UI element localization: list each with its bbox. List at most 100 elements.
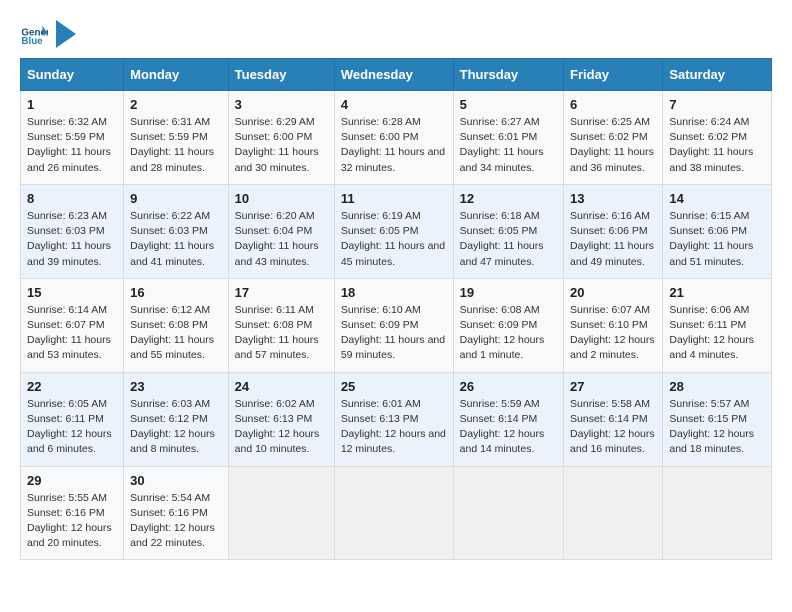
day-info: Sunrise: 6:10 AMSunset: 6:09 PMDaylight:… <box>341 304 445 362</box>
calendar-week-row: 1 Sunrise: 6:32 AMSunset: 5:59 PMDayligh… <box>21 91 772 185</box>
logo-icon: General Blue <box>20 20 48 48</box>
calendar-cell: 10 Sunrise: 6:20 AMSunset: 6:04 PMDaylig… <box>228 184 334 278</box>
day-number: 16 <box>130 285 222 300</box>
day-info: Sunrise: 6:28 AMSunset: 6:00 PMDaylight:… <box>341 116 445 174</box>
day-info: Sunrise: 6:32 AMSunset: 5:59 PMDaylight:… <box>27 116 111 174</box>
column-header-wednesday: Wednesday <box>334 59 453 91</box>
calendar-cell <box>334 466 453 560</box>
day-info: Sunrise: 6:14 AMSunset: 6:07 PMDaylight:… <box>27 304 111 362</box>
calendar-cell: 8 Sunrise: 6:23 AMSunset: 6:03 PMDayligh… <box>21 184 124 278</box>
day-info: Sunrise: 6:03 AMSunset: 6:12 PMDaylight:… <box>130 398 215 456</box>
calendar-cell: 13 Sunrise: 6:16 AMSunset: 6:06 PMDaylig… <box>564 184 663 278</box>
day-info: Sunrise: 6:01 AMSunset: 6:13 PMDaylight:… <box>341 398 446 456</box>
column-header-saturday: Saturday <box>663 59 772 91</box>
day-number: 9 <box>130 191 222 206</box>
calendar-cell: 20 Sunrise: 6:07 AMSunset: 6:10 PMDaylig… <box>564 278 663 372</box>
day-info: Sunrise: 6:18 AMSunset: 6:05 PMDaylight:… <box>460 210 544 268</box>
day-number: 3 <box>235 97 328 112</box>
day-number: 13 <box>570 191 656 206</box>
day-info: Sunrise: 6:22 AMSunset: 6:03 PMDaylight:… <box>130 210 214 268</box>
calendar-cell: 7 Sunrise: 6:24 AMSunset: 6:02 PMDayligh… <box>663 91 772 185</box>
column-header-thursday: Thursday <box>453 59 563 91</box>
day-info: Sunrise: 6:08 AMSunset: 6:09 PMDaylight:… <box>460 304 545 362</box>
day-number: 7 <box>669 97 765 112</box>
calendar-week-row: 29 Sunrise: 5:55 AMSunset: 6:16 PMDaylig… <box>21 466 772 560</box>
day-info: Sunrise: 5:54 AMSunset: 6:16 PMDaylight:… <box>130 492 215 550</box>
calendar-cell: 1 Sunrise: 6:32 AMSunset: 5:59 PMDayligh… <box>21 91 124 185</box>
logo: General Blue <box>20 20 76 48</box>
day-info: Sunrise: 6:07 AMSunset: 6:10 PMDaylight:… <box>570 304 655 362</box>
day-number: 2 <box>130 97 222 112</box>
day-number: 5 <box>460 97 557 112</box>
column-header-friday: Friday <box>564 59 663 91</box>
calendar-cell <box>663 466 772 560</box>
day-info: Sunrise: 6:31 AMSunset: 5:59 PMDaylight:… <box>130 116 214 174</box>
day-number: 14 <box>669 191 765 206</box>
day-info: Sunrise: 6:16 AMSunset: 6:06 PMDaylight:… <box>570 210 654 268</box>
calendar-cell: 4 Sunrise: 6:28 AMSunset: 6:00 PMDayligh… <box>334 91 453 185</box>
day-info: Sunrise: 5:59 AMSunset: 6:14 PMDaylight:… <box>460 398 545 456</box>
calendar-cell: 24 Sunrise: 6:02 AMSunset: 6:13 PMDaylig… <box>228 372 334 466</box>
calendar-cell: 29 Sunrise: 5:55 AMSunset: 6:16 PMDaylig… <box>21 466 124 560</box>
day-number: 20 <box>570 285 656 300</box>
calendar-cell: 2 Sunrise: 6:31 AMSunset: 5:59 PMDayligh… <box>124 91 229 185</box>
calendar-cell: 3 Sunrise: 6:29 AMSunset: 6:00 PMDayligh… <box>228 91 334 185</box>
day-number: 22 <box>27 379 117 394</box>
day-number: 10 <box>235 191 328 206</box>
day-number: 25 <box>341 379 447 394</box>
calendar-cell: 5 Sunrise: 6:27 AMSunset: 6:01 PMDayligh… <box>453 91 563 185</box>
svg-text:Blue: Blue <box>21 36 43 47</box>
day-number: 26 <box>460 379 557 394</box>
day-info: Sunrise: 6:23 AMSunset: 6:03 PMDaylight:… <box>27 210 111 268</box>
day-number: 28 <box>669 379 765 394</box>
day-number: 18 <box>341 285 447 300</box>
calendar-cell: 14 Sunrise: 6:15 AMSunset: 6:06 PMDaylig… <box>663 184 772 278</box>
day-number: 19 <box>460 285 557 300</box>
calendar-cell: 6 Sunrise: 6:25 AMSunset: 6:02 PMDayligh… <box>564 91 663 185</box>
calendar-cell: 16 Sunrise: 6:12 AMSunset: 6:08 PMDaylig… <box>124 278 229 372</box>
calendar-cell: 17 Sunrise: 6:11 AMSunset: 6:08 PMDaylig… <box>228 278 334 372</box>
column-header-sunday: Sunday <box>21 59 124 91</box>
day-info: Sunrise: 6:15 AMSunset: 6:06 PMDaylight:… <box>669 210 753 268</box>
calendar-cell: 23 Sunrise: 6:03 AMSunset: 6:12 PMDaylig… <box>124 372 229 466</box>
calendar-cell: 21 Sunrise: 6:06 AMSunset: 6:11 PMDaylig… <box>663 278 772 372</box>
calendar-cell: 12 Sunrise: 6:18 AMSunset: 6:05 PMDaylig… <box>453 184 563 278</box>
day-number: 1 <box>27 97 117 112</box>
day-info: Sunrise: 6:19 AMSunset: 6:05 PMDaylight:… <box>341 210 445 268</box>
logo-arrow-icon <box>56 20 76 48</box>
day-info: Sunrise: 6:02 AMSunset: 6:13 PMDaylight:… <box>235 398 320 456</box>
calendar-cell: 26 Sunrise: 5:59 AMSunset: 6:14 PMDaylig… <box>453 372 563 466</box>
calendar-cell: 30 Sunrise: 5:54 AMSunset: 6:16 PMDaylig… <box>124 466 229 560</box>
calendar-cell: 15 Sunrise: 6:14 AMSunset: 6:07 PMDaylig… <box>21 278 124 372</box>
calendar-cell <box>564 466 663 560</box>
calendar-cell <box>228 466 334 560</box>
column-header-monday: Monday <box>124 59 229 91</box>
day-number: 24 <box>235 379 328 394</box>
day-number: 15 <box>27 285 117 300</box>
calendar-cell: 9 Sunrise: 6:22 AMSunset: 6:03 PMDayligh… <box>124 184 229 278</box>
page-header: General Blue <box>20 20 772 48</box>
day-number: 4 <box>341 97 447 112</box>
calendar-week-row: 22 Sunrise: 6:05 AMSunset: 6:11 PMDaylig… <box>21 372 772 466</box>
calendar-week-row: 15 Sunrise: 6:14 AMSunset: 6:07 PMDaylig… <box>21 278 772 372</box>
calendar-header-row: SundayMondayTuesdayWednesdayThursdayFrid… <box>21 59 772 91</box>
day-number: 6 <box>570 97 656 112</box>
day-info: Sunrise: 6:11 AMSunset: 6:08 PMDaylight:… <box>235 304 319 362</box>
day-info: Sunrise: 6:24 AMSunset: 6:02 PMDaylight:… <box>669 116 753 174</box>
day-number: 27 <box>570 379 656 394</box>
day-info: Sunrise: 6:06 AMSunset: 6:11 PMDaylight:… <box>669 304 754 362</box>
calendar-cell: 19 Sunrise: 6:08 AMSunset: 6:09 PMDaylig… <box>453 278 563 372</box>
calendar-cell: 22 Sunrise: 6:05 AMSunset: 6:11 PMDaylig… <box>21 372 124 466</box>
day-info: Sunrise: 6:29 AMSunset: 6:00 PMDaylight:… <box>235 116 319 174</box>
day-info: Sunrise: 6:05 AMSunset: 6:11 PMDaylight:… <box>27 398 112 456</box>
day-info: Sunrise: 5:55 AMSunset: 6:16 PMDaylight:… <box>27 492 112 550</box>
calendar-cell: 27 Sunrise: 5:58 AMSunset: 6:14 PMDaylig… <box>564 372 663 466</box>
day-info: Sunrise: 6:20 AMSunset: 6:04 PMDaylight:… <box>235 210 319 268</box>
calendar-week-row: 8 Sunrise: 6:23 AMSunset: 6:03 PMDayligh… <box>21 184 772 278</box>
day-number: 11 <box>341 191 447 206</box>
day-info: Sunrise: 5:58 AMSunset: 6:14 PMDaylight:… <box>570 398 655 456</box>
day-number: 21 <box>669 285 765 300</box>
day-info: Sunrise: 6:25 AMSunset: 6:02 PMDaylight:… <box>570 116 654 174</box>
calendar-cell: 25 Sunrise: 6:01 AMSunset: 6:13 PMDaylig… <box>334 372 453 466</box>
calendar-cell: 18 Sunrise: 6:10 AMSunset: 6:09 PMDaylig… <box>334 278 453 372</box>
